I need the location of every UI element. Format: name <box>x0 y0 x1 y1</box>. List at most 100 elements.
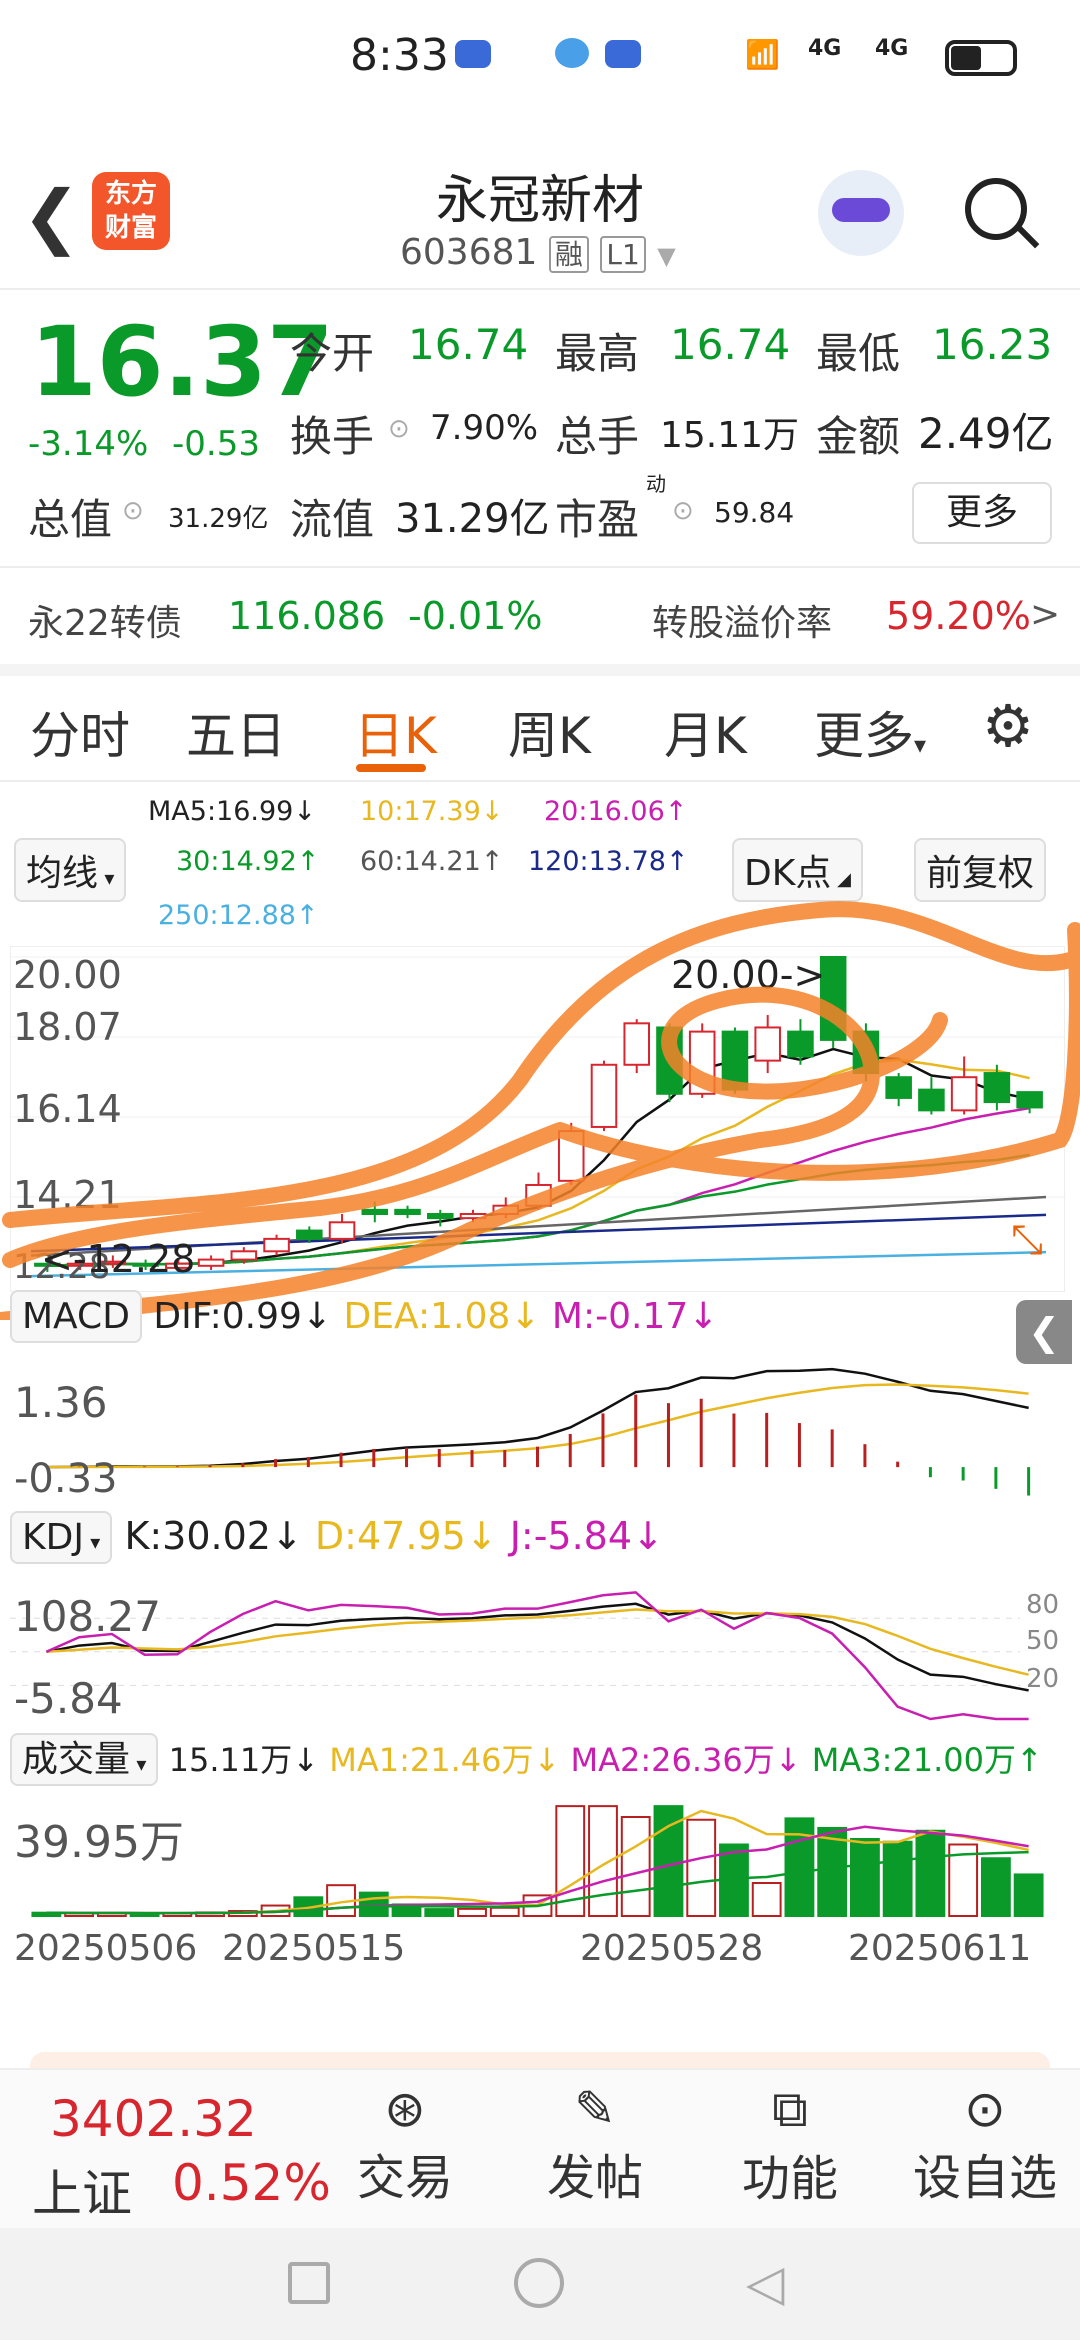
high-value: 16.74 <box>670 320 791 369</box>
robot-avatar-icon[interactable] <box>818 170 904 256</box>
info-icon-3: ⊙ <box>672 496 694 526</box>
float-label: 流值 <box>290 495 375 544</box>
index-name[interactable]: 上证 <box>32 2154 132 2226</box>
bond-price: 116.086 <box>228 594 386 638</box>
date-4: 20250611 <box>848 1928 1032 1969</box>
tab-monthly-k[interactable]: 月K <box>664 696 747 768</box>
grid-icon: ⧉ <box>772 2080 808 2138</box>
recent-apps-icon[interactable] <box>288 2262 330 2304</box>
battery-icon <box>945 40 1017 76</box>
kdj-ref-20: 20 <box>1026 1664 1060 1694</box>
info-icon: ⊙ <box>388 414 410 444</box>
low-label: 最低 <box>816 329 901 378</box>
volume-bar <box>686 1818 717 1917</box>
turnover-label: 换手 <box>290 412 375 461</box>
volume-bar <box>1013 1873 1044 1918</box>
ma60-label: 60:14.21↑ <box>360 846 504 877</box>
mktcap-value: 31.29亿 <box>168 504 269 534</box>
network-4g-2: 4G <box>875 36 909 61</box>
back-nav-icon[interactable]: ◁ <box>746 2254 784 2312</box>
macd-selector[interactable]: MACD <box>10 1290 142 1343</box>
volume-ma3: MA3:21.00万↑ <box>811 1741 1043 1779</box>
volume-header: 成交量 ▾ 15.11万↓ MA1:21.46万↓ MA2:26.36万↓ MA… <box>10 1730 1043 1786</box>
macd-header: MACD DIF:0.99↓ DEA:1.08↓ M:-0.17↓ <box>10 1290 718 1343</box>
volume-bar <box>817 1827 848 1917</box>
dk-point-button[interactable]: DK点 ◢ <box>732 838 863 902</box>
more-dots-icon: ⊙ <box>964 2080 1006 2138</box>
kdj-j-line <box>45 1591 1029 1721</box>
premium-label: 转股溢价率 <box>652 603 833 644</box>
turnover-value: 7.90% <box>430 408 539 448</box>
volume-ma1: MA1:21.46万↓ <box>329 1741 561 1779</box>
nav-add-watch[interactable]: ⊙ 设自选 <box>905 2080 1065 2208</box>
volume-selector[interactable]: 成交量 ▾ <box>10 1733 159 1786</box>
yen-icon: ⊛ <box>384 2080 426 2138</box>
status-bar: 8:33 📶 4G 4G <box>0 0 1080 150</box>
nav-post[interactable]: ✎ 发帖 <box>540 2080 650 2208</box>
tab-daily-k[interactable]: 日K <box>354 696 437 768</box>
adjust-button[interactable]: 前复权 <box>914 838 1047 902</box>
wifi-icon: 📶 <box>745 38 780 71</box>
macd-dea: DEA:1.08↓ <box>343 1296 541 1337</box>
date-2: 20250515 <box>222 1928 406 1969</box>
ma-selector[interactable]: 均线 ▾ <box>14 838 127 902</box>
weather-icon <box>555 38 589 68</box>
volume-bar <box>424 1908 455 1917</box>
last-price: 16.37 <box>30 306 334 418</box>
open-label: 今开 <box>290 329 375 378</box>
nav-trade[interactable]: ⊛ 交易 <box>350 2080 460 2208</box>
volume-bar <box>489 1906 520 1917</box>
tab-5day[interactable]: 五日 <box>186 696 286 768</box>
level-tag: L1 <box>600 236 646 273</box>
stock-code: 603681 <box>400 232 538 273</box>
float-value: 31.29亿 <box>395 496 550 542</box>
period-tabs: 分时 五日 日K 周K 月K 更多▾ ⚙ <box>0 676 1080 780</box>
date-3: 20250528 <box>580 1928 764 1969</box>
pe-value: 59.84 <box>714 496 795 529</box>
dropdown-icon: ▼ <box>657 242 676 270</box>
volume-v: 15.11万↓ <box>168 1741 320 1779</box>
kdj-k: K:30.02↓ <box>124 1514 303 1558</box>
ma20-label: 20:16.06↑ <box>544 796 688 827</box>
tab-more[interactable]: 更多▾ <box>814 696 926 768</box>
edit-icon: ✎ <box>574 2080 616 2138</box>
index-pct[interactable]: 0.52% <box>172 2154 331 2212</box>
settings-icon[interactable]: ⚙ <box>982 692 1034 760</box>
macd-panel: MACD DIF:0.99↓ DEA:1.08↓ M:-0.17↓ 1.36 -… <box>10 1290 1065 1506</box>
tab-weekly-k[interactable]: 周K <box>508 696 591 768</box>
kdj-panel: KDJ ▾ K:30.02↓ D:47.95↓ J:-5.84↓ 108.27 … <box>10 1511 1065 1724</box>
nav-function[interactable]: ⧉ 功能 <box>735 2080 845 2209</box>
volume-bar <box>915 1829 946 1917</box>
volume-bar <box>588 1805 618 1918</box>
low-value: 16.23 <box>932 320 1053 369</box>
kdj-y-bottom: -5.84 <box>14 1674 123 1723</box>
tab-intraday[interactable]: 分时 <box>30 696 130 768</box>
kdj-header: KDJ ▾ K:30.02↓ D:47.95↓ J:-5.84↓ <box>10 1511 664 1564</box>
amount-label: 金额 <box>816 412 901 461</box>
stock-title: 永冠新材 <box>435 171 644 231</box>
chevron-right-icon: > <box>1030 594 1061 635</box>
volume-bar <box>882 1840 913 1917</box>
macd-svg <box>46 1367 1031 1496</box>
macd-y-top: 1.36 <box>14 1378 108 1427</box>
quote-panel: 16.37 -3.14% -0.53 今开 16.74 最高 16.74 最低 … <box>0 290 1080 560</box>
more-button[interactable]: 更多 <box>912 482 1052 544</box>
margin-tag: 融 <box>548 236 589 273</box>
convertible-bond-row[interactable]: 永22转债 116.086 -0.01% 转股溢价率 59.20% > <box>0 568 1080 664</box>
kdj-ref-80: 80 <box>1026 1590 1060 1620</box>
ma30-label: 30:14.92↑ <box>176 846 320 877</box>
home-icon[interactable] <box>514 2258 564 2308</box>
high-label: 最高 <box>555 329 640 378</box>
kdj-selector[interactable]: KDJ ▾ <box>10 1511 113 1564</box>
volume-bar <box>751 1882 782 1917</box>
volume-bar <box>620 1816 651 1917</box>
network-4g-1: 4G <box>808 36 842 61</box>
date-1: 20250506 <box>14 1928 198 1969</box>
index-value[interactable]: 3402.32 <box>50 2090 257 2148</box>
volume-ma2: MA2:26.36万↓ <box>570 1741 802 1779</box>
volume-panel: 成交量 ▾ 15.11万↓ MA1:21.46万↓ MA2:26.36万↓ MA… <box>10 1730 1065 1970</box>
kdj-d: D:47.95↓ <box>314 1514 498 1558</box>
volume-value: 15.11万 <box>660 415 800 456</box>
collapse-side-icon[interactable]: ❮ <box>1016 1300 1072 1364</box>
kdj-j: J:-5.84↓ <box>509 1514 664 1558</box>
